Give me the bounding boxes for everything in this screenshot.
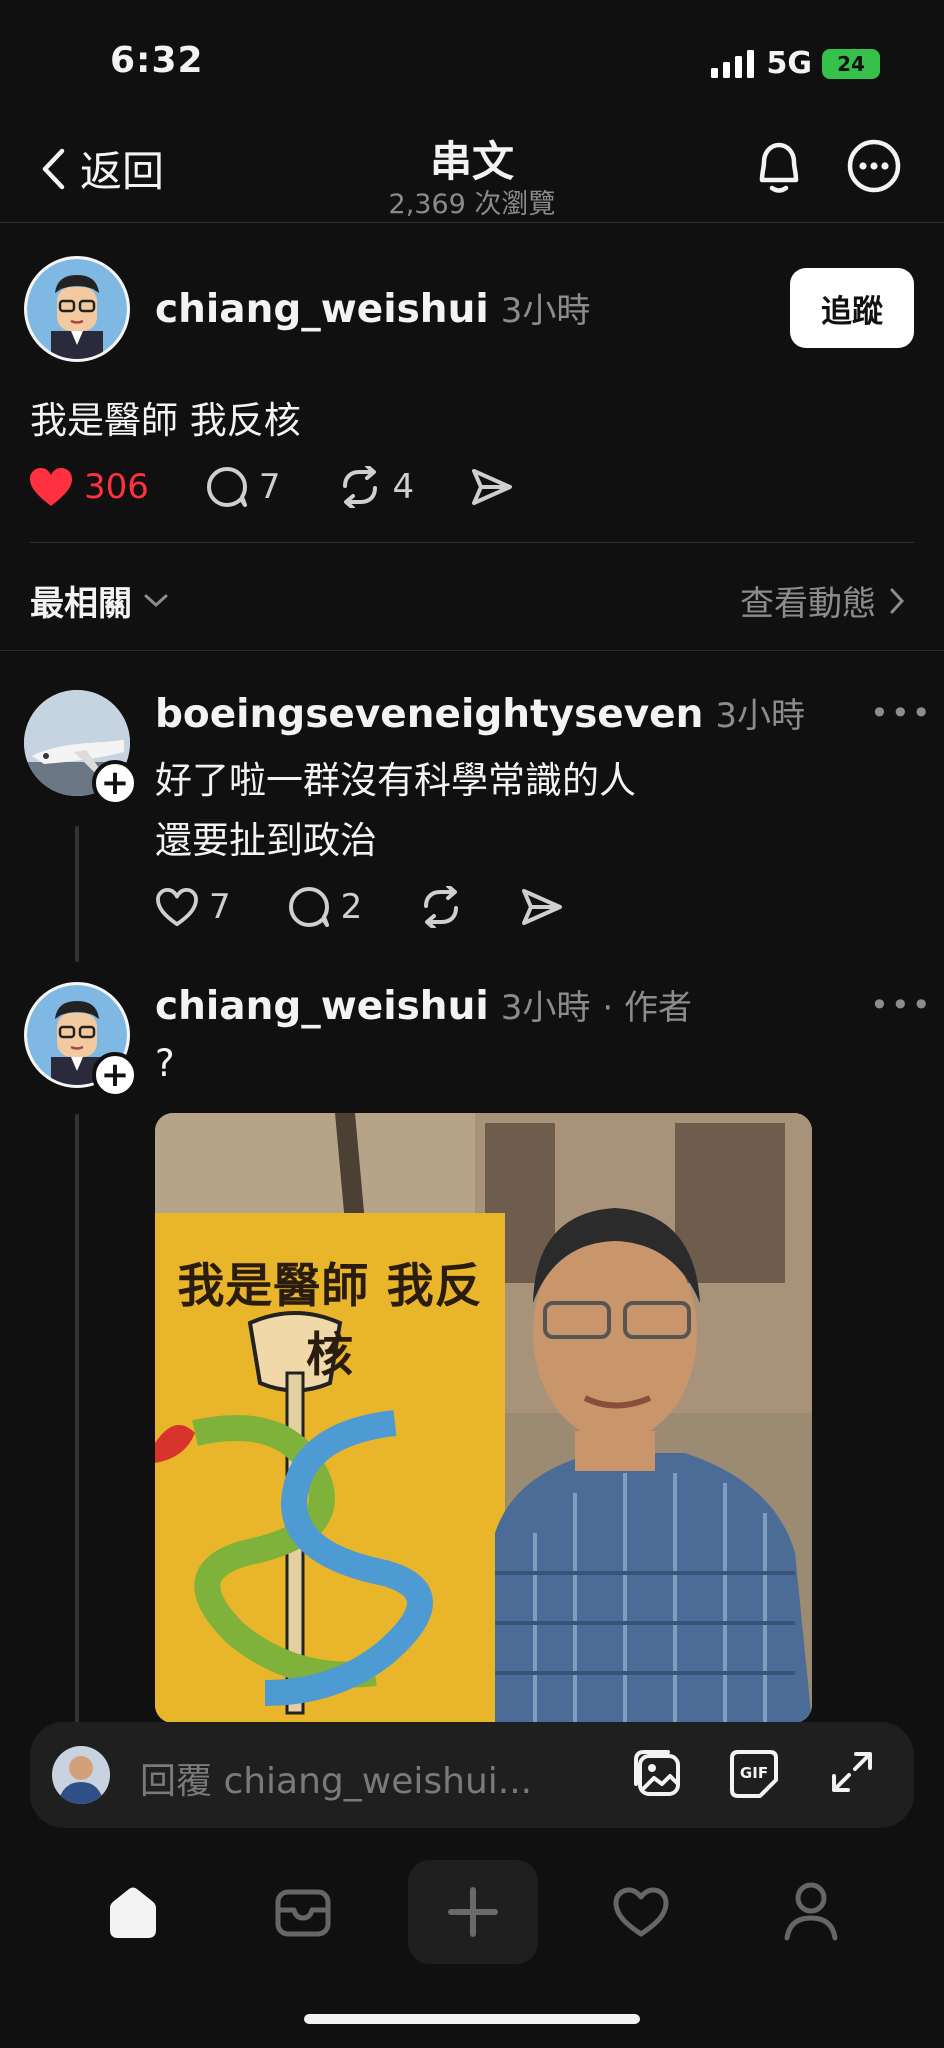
header-divider — [0, 222, 944, 223]
author-reply-time: 3小時 — [500, 988, 591, 1028]
network-type: 5G — [766, 46, 813, 81]
home-icon — [110, 1887, 156, 1938]
status-time: 6:32 — [110, 40, 204, 81]
inbox-icon — [275, 1889, 331, 1937]
reply-repost-button[interactable] — [418, 886, 464, 928]
reply-like-button[interactable]: 7 — [155, 887, 231, 927]
repost-icon — [342, 466, 377, 508]
photo-sign-text: 我是醫師 我反核 — [177, 1259, 483, 1383]
battery-level: 24 — [837, 51, 865, 76]
post-photo[interactable]: 我是醫師 我反核 — [155, 1113, 812, 1723]
notifications-button[interactable] — [752, 138, 806, 196]
photo-illustration — [155, 1113, 812, 1723]
chevron-down-icon — [144, 594, 168, 607]
like-button[interactable]: 306 — [28, 466, 149, 508]
reply-text-line-1: 好了啦一群沒有科學常識的人 — [155, 759, 636, 802]
gif-button[interactable]: GIF — [728, 1748, 780, 1800]
comment-icon — [206, 467, 247, 507]
nav-inbox[interactable] — [274, 1886, 332, 1940]
view-activity-link[interactable]: 查看動態 — [740, 576, 904, 625]
post-time: 3小時 — [500, 291, 591, 331]
image-icon — [634, 1750, 680, 1796]
attach-image-button[interactable] — [632, 1746, 686, 1800]
sort-label: 最相關 — [30, 584, 132, 624]
avatar-illustration — [27, 259, 127, 359]
gif-icon: GIF — [730, 1750, 778, 1798]
reply-input[interactable]: 回覆 chiang_weishui... — [140, 1752, 532, 1804]
reply-like-count: 7 — [209, 887, 231, 927]
repost-button[interactable]: 4 — [337, 466, 415, 508]
share-button[interactable] — [470, 467, 514, 507]
nav-home[interactable] — [104, 1884, 162, 1942]
more-options-button[interactable] — [846, 138, 902, 194]
comment-button[interactable]: 7 — [205, 466, 281, 508]
user-photo — [52, 1746, 110, 1804]
sort-dropdown[interactable]: 最相關 — [30, 576, 168, 625]
reply-meta: boeingseveneightyseven 3小時 — [155, 688, 805, 737]
expand-button[interactable] — [830, 1750, 874, 1794]
current-user-avatar — [52, 1746, 110, 1804]
status-indicators: 5G 24 — [710, 46, 880, 81]
author-tag: · 作者 — [602, 988, 692, 1028]
post-meta: chiang_weishui 3小時 — [155, 283, 590, 332]
reply-time: 3小時 — [715, 696, 806, 736]
post-avatar[interactable] — [24, 256, 130, 362]
nav-activity[interactable] — [612, 1886, 670, 1938]
author-reply-username[interactable]: chiang_weishui — [155, 984, 489, 1029]
more-icon — [847, 139, 901, 193]
share-icon — [522, 889, 563, 925]
post-divider — [30, 542, 914, 543]
nav-profile[interactable] — [782, 1880, 840, 1942]
follow-plus-badge[interactable]: + — [92, 760, 138, 806]
comment-count: 7 — [258, 467, 281, 507]
sort-divider — [0, 650, 944, 651]
heart-icon — [156, 887, 198, 927]
profile-icon — [784, 1882, 838, 1941]
reply-comment-count: 2 — [340, 887, 363, 927]
author-reply-text: ? — [155, 1042, 175, 1085]
follow-plus-badge[interactable]: + — [92, 1052, 138, 1098]
repost-icon — [424, 886, 459, 928]
reply-share-button[interactable] — [520, 887, 564, 927]
heart-icon — [30, 468, 72, 506]
home-indicator — [304, 2014, 640, 2024]
share-icon — [472, 469, 513, 505]
signal-icon — [710, 49, 754, 78]
like-count: 306 — [84, 467, 149, 507]
post-actions: 306 7 4 — [28, 466, 514, 508]
comment-icon — [288, 887, 329, 927]
plus-icon — [448, 1887, 498, 1937]
expand-icon — [832, 1752, 872, 1792]
activity-label: 查看動態 — [740, 584, 876, 624]
reply-comment-button[interactable]: 2 — [287, 886, 363, 928]
reply-actions: 7 2 — [155, 886, 564, 928]
follow-button[interactable]: 追蹤 — [790, 268, 914, 348]
reply-username[interactable]: boeingseveneightyseven — [155, 692, 703, 737]
bell-icon — [759, 142, 799, 193]
nav-new-post[interactable] — [408, 1860, 538, 1964]
battery-icon: 24 — [822, 48, 880, 79]
thread-line — [75, 1114, 79, 1724]
repost-count: 4 — [392, 467, 415, 507]
post-username[interactable]: chiang_weishui — [155, 287, 489, 332]
chevron-right-icon — [890, 588, 904, 613]
svg-text:GIF: GIF — [740, 1764, 768, 1782]
post-text: 我是醫師 我反核 — [30, 399, 301, 442]
author-reply-meta: chiang_weishui 3小時 · 作者 — [155, 980, 692, 1029]
author-reply-more-button[interactable]: ••• — [870, 986, 933, 1024]
thread-line — [75, 826, 79, 962]
reply-text-line-2: 還要扯到政治 — [155, 819, 377, 862]
activity-icon — [613, 1887, 669, 1937]
reply-more-button[interactable]: ••• — [870, 694, 933, 732]
